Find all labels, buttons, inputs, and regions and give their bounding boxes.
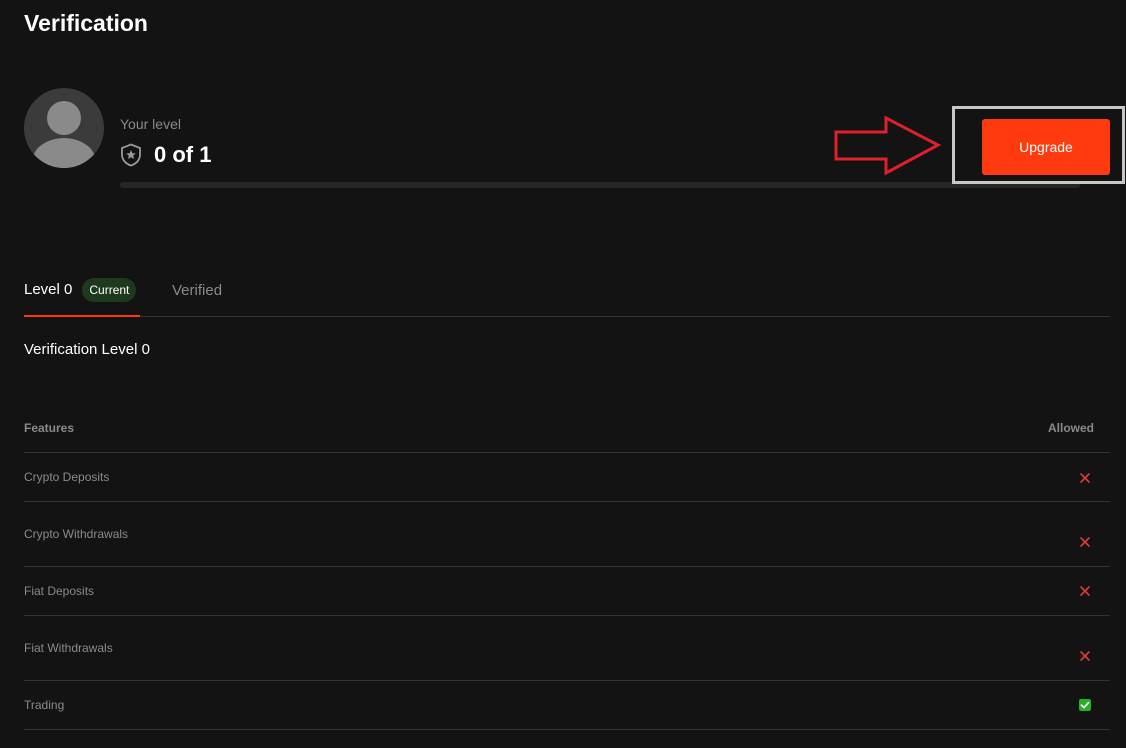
features-table: Features Allowed Crypto Deposits Crypto … (24, 410, 1110, 730)
table-row: Crypto Withdrawals (24, 502, 1110, 567)
cross-icon (1080, 651, 1090, 661)
current-badge: Current (82, 277, 137, 302)
table-row: Fiat Deposits (24, 567, 1110, 616)
cross-icon (1080, 537, 1090, 547)
tab-verified-label: Verified (172, 282, 223, 299)
level-tabs: Level 0 Current Verified (24, 264, 1110, 317)
section-title: Verification Level 0 (24, 341, 150, 358)
avatar (24, 88, 104, 168)
tab-level-0-label: Level 0 (24, 281, 73, 298)
allowed-column-header: Allowed (1047, 421, 1094, 435)
table-row: Trading (24, 681, 1110, 730)
cross-icon (1080, 586, 1090, 596)
feature-label: Crypto Withdrawals (24, 527, 129, 541)
features-column-header: Features (24, 421, 75, 435)
tab-level-0[interactable]: Level 0 Current (24, 264, 140, 317)
feature-label: Crypto Deposits (24, 470, 110, 484)
tab-verified[interactable]: Verified (172, 264, 222, 317)
annotation-arrow-icon (834, 116, 942, 176)
level-value: 0 of 1 (154, 142, 212, 167)
feature-label: Trading (24, 698, 65, 712)
user-silhouette-icon (32, 101, 96, 168)
your-level-label: Your level (120, 116, 181, 132)
table-header: Features Allowed (24, 410, 1110, 453)
verification-page: Verification Your level 0 of 1 Upgrade L… (0, 0, 1126, 748)
table-row: Crypto Deposits (24, 453, 1110, 502)
feature-label: Fiat Withdrawals (24, 641, 113, 655)
level-progress-bar (120, 182, 1080, 188)
level-row: 0 of 1 (120, 142, 211, 168)
page-title: Verification (24, 10, 148, 36)
upgrade-button[interactable]: Upgrade (982, 119, 1110, 175)
feature-label: Fiat Deposits (24, 584, 95, 598)
shield-star-icon (121, 143, 141, 167)
cross-icon (1080, 473, 1090, 483)
check-icon (1079, 699, 1091, 711)
table-row: Fiat Withdrawals (24, 616, 1110, 681)
